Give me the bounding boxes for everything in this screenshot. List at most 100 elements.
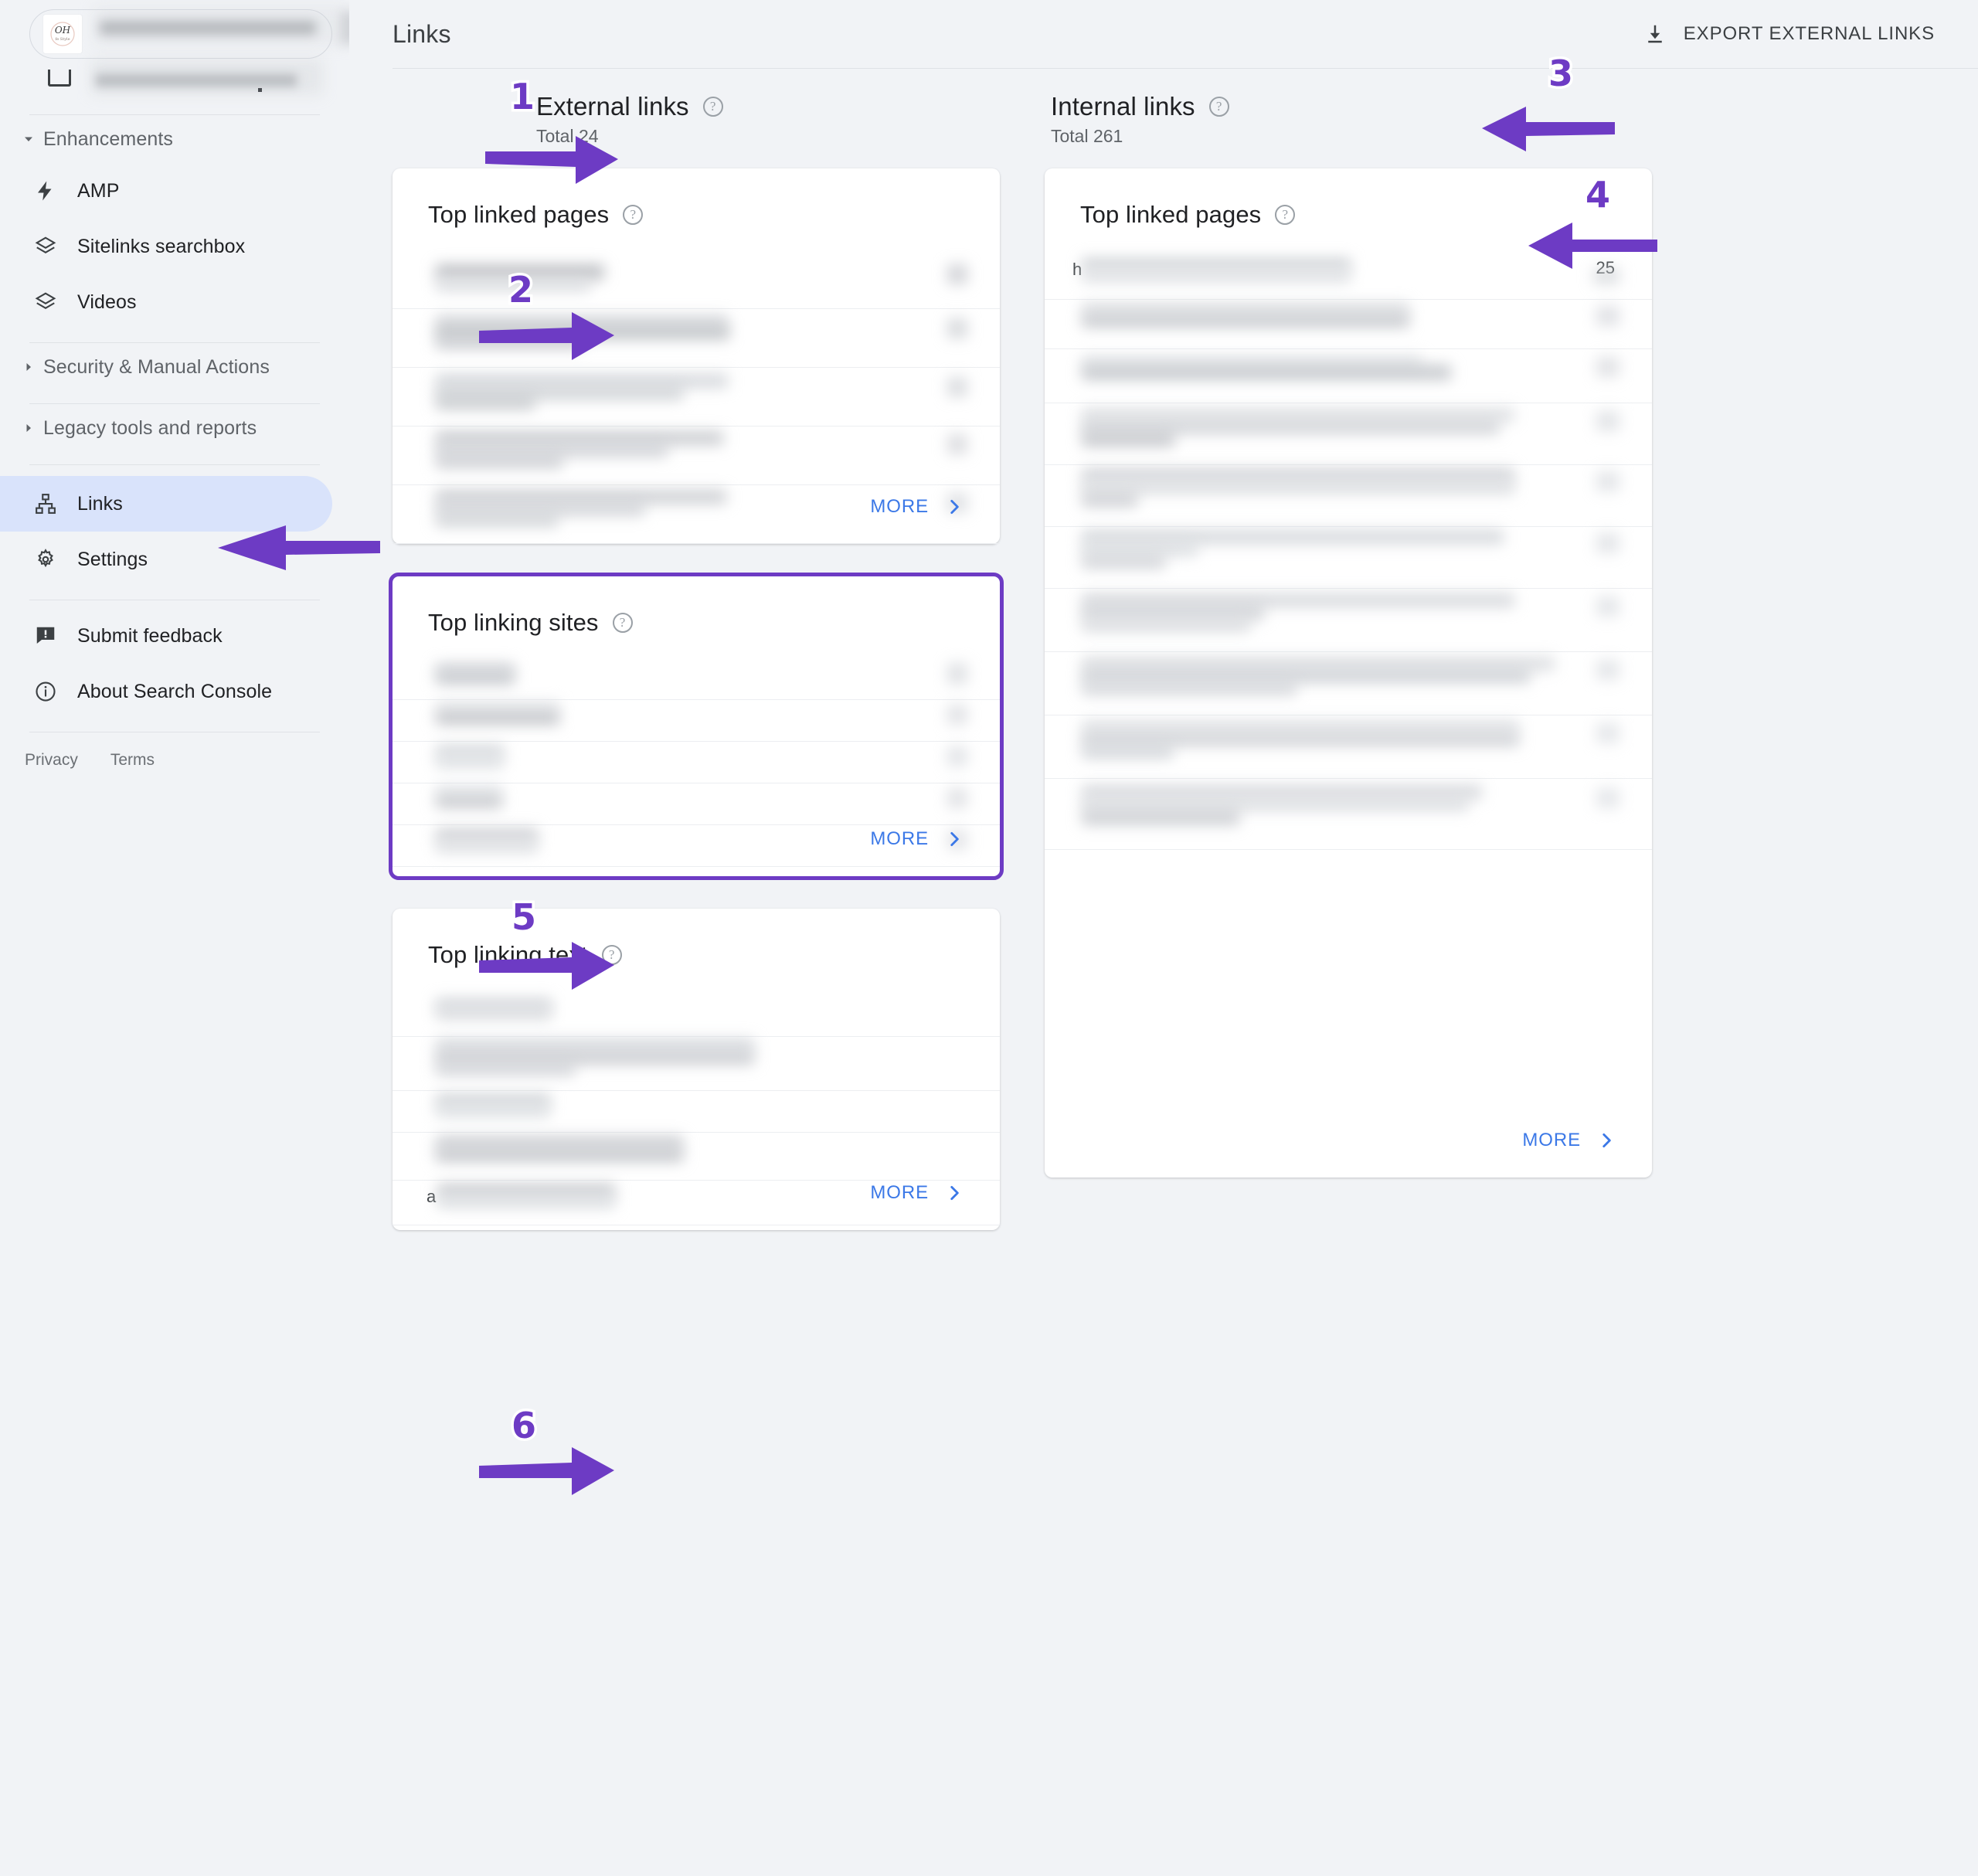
more-label: MORE bbox=[870, 828, 929, 849]
property-sub-dot bbox=[258, 88, 262, 92]
page-title: Links bbox=[393, 19, 451, 48]
table-row[interactable] bbox=[1045, 715, 1652, 779]
help-circle-icon[interactable]: ? bbox=[612, 613, 633, 633]
sidebar-item-about-search-console[interactable]: About Search Console bbox=[0, 664, 332, 719]
property-name-redacted-dark bbox=[100, 21, 316, 35]
internal-links-section-title: Internal links ? Total 261 bbox=[1045, 92, 1652, 147]
row-label-redacted bbox=[1082, 618, 1250, 632]
table-row[interactable] bbox=[393, 742, 1000, 783]
help-circle-icon[interactable]: ? bbox=[702, 97, 723, 117]
row-label-redacted bbox=[436, 711, 559, 725]
property-selector[interactable]: OH fe Style bbox=[29, 5, 361, 59]
row-value-redacted bbox=[947, 746, 967, 766]
sidebar-item-videos[interactable]: Videos bbox=[0, 274, 332, 330]
row-value-redacted bbox=[1596, 660, 1619, 680]
table-row[interactable] bbox=[1045, 779, 1652, 850]
table-row[interactable] bbox=[1045, 403, 1652, 465]
sidebar-group-enhancements[interactable]: Enhancements bbox=[0, 115, 349, 163]
sidebar-group-security-manual-actions[interactable]: Security & Manual Actions bbox=[0, 343, 349, 391]
bracket-icon bbox=[48, 70, 71, 87]
section-title: Internal links bbox=[1051, 92, 1195, 121]
property-secondary-row bbox=[29, 59, 332, 102]
svg-text:OH: OH bbox=[55, 25, 71, 36]
row-value-redacted bbox=[1596, 723, 1619, 743]
sidebar-item-sitelinks-searchbox[interactable]: Sitelinks searchbox bbox=[0, 219, 332, 274]
external-links-column: External links ? Total 24 Top linked pag… bbox=[389, 92, 1004, 1263]
row-label-redacted bbox=[436, 756, 504, 768]
row-value-redacted bbox=[1596, 533, 1619, 553]
table-row[interactable] bbox=[1045, 589, 1652, 652]
row-label-redacted bbox=[436, 397, 535, 410]
external-links-section-title: External links ? Total 24 bbox=[393, 92, 1000, 147]
chevron-right-icon bbox=[944, 829, 964, 849]
row-leading-char: a bbox=[427, 1187, 437, 1206]
table-row[interactable]: h 25 bbox=[1045, 257, 1652, 300]
row-label-redacted bbox=[436, 841, 538, 853]
external-top-linked-pages-more-button[interactable]: MORE bbox=[870, 470, 1000, 544]
row-label-redacted bbox=[437, 1196, 615, 1208]
top-linking-text-card: Top linking text ? a MORE bbox=[393, 909, 1000, 1230]
chevron-right-icon bbox=[944, 497, 964, 517]
sidebar-footer-links: Privacy Terms bbox=[0, 732, 349, 770]
sidebar-group-label: Security & Manual Actions bbox=[43, 355, 270, 378]
table-row[interactable] bbox=[393, 368, 1000, 427]
more-label: MORE bbox=[1522, 1130, 1581, 1150]
row-label-redacted bbox=[1082, 365, 1451, 380]
table-row[interactable] bbox=[393, 1037, 1000, 1091]
sidebar-group-legacy-tools-and-reports[interactable]: Legacy tools and reports bbox=[0, 404, 349, 452]
table-row[interactable] bbox=[1045, 465, 1652, 527]
table-row[interactable] bbox=[393, 1091, 1000, 1133]
export-external-links-button[interactable]: EXPORT EXTERNAL LINKS bbox=[1643, 22, 1935, 46]
top-linking-sites-more-button[interactable]: MORE bbox=[870, 802, 1000, 876]
help-circle-icon[interactable]: ? bbox=[1275, 205, 1296, 225]
row-value-redacted bbox=[1596, 306, 1619, 326]
table-row[interactable] bbox=[393, 995, 1000, 1037]
row-label-redacted bbox=[1082, 481, 1514, 494]
sidebar-item-submit-feedback[interactable]: Submit feedback bbox=[0, 608, 332, 664]
links-sitemap-icon bbox=[25, 492, 66, 515]
row-label-redacted bbox=[436, 515, 558, 527]
row-label-redacted bbox=[436, 794, 502, 808]
sidebar-item-label: Sitelinks searchbox bbox=[77, 235, 246, 257]
sidebar-item-settings[interactable]: Settings bbox=[0, 532, 332, 587]
sidebar-divider bbox=[29, 464, 320, 465]
row-value-redacted bbox=[947, 264, 967, 284]
layers-icon bbox=[25, 235, 66, 258]
row-leading-char: h bbox=[1072, 260, 1082, 279]
row-value-redacted bbox=[1596, 471, 1619, 491]
caret-right-icon bbox=[19, 421, 39, 435]
table-row[interactable] bbox=[1045, 652, 1652, 715]
row-value-redacted bbox=[1596, 788, 1619, 808]
table-row[interactable] bbox=[1045, 300, 1652, 349]
sidebar-item-amp[interactable]: AMP bbox=[0, 163, 332, 219]
sidebar-group-label: Enhancements bbox=[43, 127, 173, 150]
table-row[interactable] bbox=[1045, 349, 1652, 403]
table-row[interactable] bbox=[393, 258, 1000, 309]
row-label-redacted bbox=[436, 1105, 550, 1117]
sidebar-item-label: Videos bbox=[77, 291, 137, 313]
table-row[interactable] bbox=[1045, 527, 1652, 589]
row-label-redacted bbox=[436, 1006, 552, 1020]
help-circle-icon[interactable]: ? bbox=[1208, 97, 1229, 117]
section-title: External links bbox=[536, 92, 689, 121]
more-label: MORE bbox=[870, 1182, 929, 1203]
table-row[interactable] bbox=[393, 700, 1000, 742]
table-row[interactable] bbox=[393, 309, 1000, 368]
sidebar-item-label: Links bbox=[77, 492, 123, 515]
sidebar-item-links[interactable]: Links bbox=[0, 476, 332, 532]
privacy-link[interactable]: Privacy bbox=[25, 751, 78, 770]
table-row[interactable] bbox=[393, 660, 1000, 700]
help-circle-icon[interactable]: ? bbox=[623, 205, 644, 225]
row-label-redacted bbox=[436, 278, 590, 292]
row-value-redacted bbox=[1593, 267, 1619, 284]
caret-down-icon bbox=[19, 132, 39, 146]
row-label-redacted bbox=[436, 1148, 683, 1162]
external-top-linked-pages-card: Top linked pages ? MORE bbox=[393, 168, 1000, 544]
help-circle-icon[interactable]: ? bbox=[601, 945, 622, 965]
chevron-right-icon bbox=[944, 1183, 964, 1203]
download-icon bbox=[1643, 22, 1667, 46]
terms-link[interactable]: Terms bbox=[110, 751, 155, 770]
internal-top-linked-pages-more-button[interactable]: MORE bbox=[1522, 1103, 1652, 1178]
row-label-redacted bbox=[1082, 269, 1351, 283]
top-linking-text-more-button[interactable]: MORE bbox=[870, 1156, 1000, 1230]
